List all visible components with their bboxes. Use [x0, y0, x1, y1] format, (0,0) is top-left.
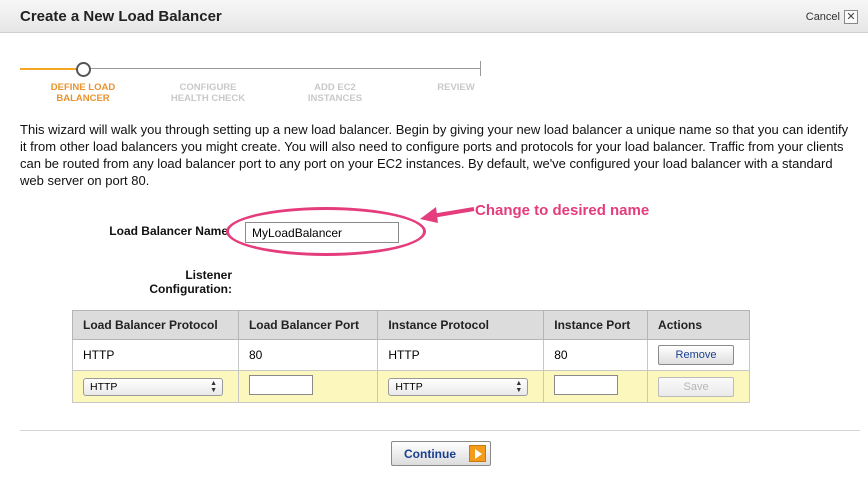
- listeners-table: Load Balancer Protocol Load Balancer Por…: [72, 310, 750, 403]
- wizard-step-health-check-line1: CONFIGURE: [179, 82, 237, 93]
- wizard-step-define: DEFINE LOAD BALANCER: [38, 82, 128, 104]
- annotation-arrow-icon: [420, 207, 475, 223]
- cancel-button[interactable]: Cancel ✕: [806, 10, 858, 24]
- wizard-progress-complete: [20, 68, 78, 70]
- wizard-step-review-line1: REVIEW: [437, 82, 475, 93]
- lb-port-input[interactable]: [248, 375, 313, 395]
- wizard-current-step-marker: [76, 62, 91, 77]
- table-row: HTTP 80 HTTP 80 Remove: [72, 339, 750, 371]
- listener-label-line1: Listener: [185, 268, 232, 282]
- header-lb-port: Load Balancer Port: [237, 310, 379, 340]
- select-updown-icon: ▲ ▼: [210, 379, 217, 394]
- header-lb-protocol: Load Balancer Protocol: [72, 310, 239, 340]
- header-instance-port: Instance Port: [543, 310, 649, 340]
- cell-instance-protocol: HTTP: [377, 339, 545, 371]
- wizard-step-review: REVIEW: [421, 82, 491, 93]
- wizard-step-define-line1: DEFINE LOAD: [50, 82, 116, 93]
- header-actions: Actions: [647, 310, 750, 340]
- annotation-text: Change to desired name: [475, 202, 650, 219]
- lb-protocol-select-value: HTTP: [90, 380, 118, 393]
- annotation-ellipse: [226, 207, 426, 256]
- cell-instance-port: 80: [543, 339, 649, 371]
- dialog-titlebar: Create a New Load Balancer Cancel ✕: [0, 0, 868, 33]
- cell-new-lb-protocol: HTTP ▲ ▼: [72, 370, 239, 403]
- wizard-step-add-ec2: ADD EC2 INSTANCES: [290, 82, 380, 104]
- wizard-step-add-ec2-line2: INSTANCES: [307, 93, 363, 104]
- listener-label-line2: Configuration:: [149, 282, 232, 296]
- cell-new-actions: Save: [647, 370, 750, 403]
- intro-text: This wizard will walk you through settin…: [20, 122, 849, 188]
- load-balancer-name-label: Load Balancer Name: [109, 224, 228, 238]
- continue-button[interactable]: Continue: [391, 441, 491, 466]
- dialog-title: Create a New Load Balancer: [20, 8, 222, 25]
- wizard-step-health-check-line2: HEALTH CHECK: [170, 93, 246, 104]
- wizard-progress-end: [480, 61, 481, 76]
- cell-new-instance-protocol: HTTP ▲ ▼: [377, 370, 545, 403]
- cell-lb-protocol: HTTP: [72, 339, 239, 371]
- wizard-step-health-check: CONFIGURE HEALTH CHECK: [158, 82, 258, 104]
- play-arrow-icon[interactable]: [469, 445, 486, 462]
- save-button[interactable]: Save: [658, 376, 735, 397]
- instance-port-input[interactable]: [554, 375, 619, 395]
- lb-protocol-select[interactable]: HTTP ▲ ▼: [83, 377, 223, 396]
- cell-actions: Remove: [647, 339, 750, 371]
- wizard-step-add-ec2-line1: ADD EC2: [314, 82, 356, 93]
- instance-protocol-select-value: HTTP: [395, 380, 423, 393]
- continue-label[interactable]: Continue: [404, 447, 456, 461]
- cell-new-instance-port: [543, 370, 649, 403]
- cancel-label[interactable]: Cancel: [806, 11, 840, 23]
- new-listener-row: HTTP ▲ ▼ HTTP ▲ ▼ Save: [72, 370, 750, 403]
- listener-configuration-label: Listener Configuration:: [100, 268, 232, 296]
- header-instance-protocol: Instance Protocol: [377, 310, 545, 340]
- close-icon[interactable]: ✕: [844, 10, 858, 24]
- listeners-header-row: Load Balancer Protocol Load Balancer Por…: [72, 310, 750, 340]
- wizard-progress-track: [90, 68, 480, 69]
- remove-button[interactable]: Remove: [658, 345, 735, 365]
- cell-new-lb-port: [237, 370, 379, 403]
- footer-divider: [20, 430, 860, 431]
- instance-protocol-select[interactable]: HTTP ▲ ▼: [388, 377, 529, 396]
- wizard-step-define-line2: BALANCER: [56, 93, 110, 104]
- select-updown-icon: ▲ ▼: [515, 379, 523, 394]
- cell-lb-port: 80: [237, 339, 379, 371]
